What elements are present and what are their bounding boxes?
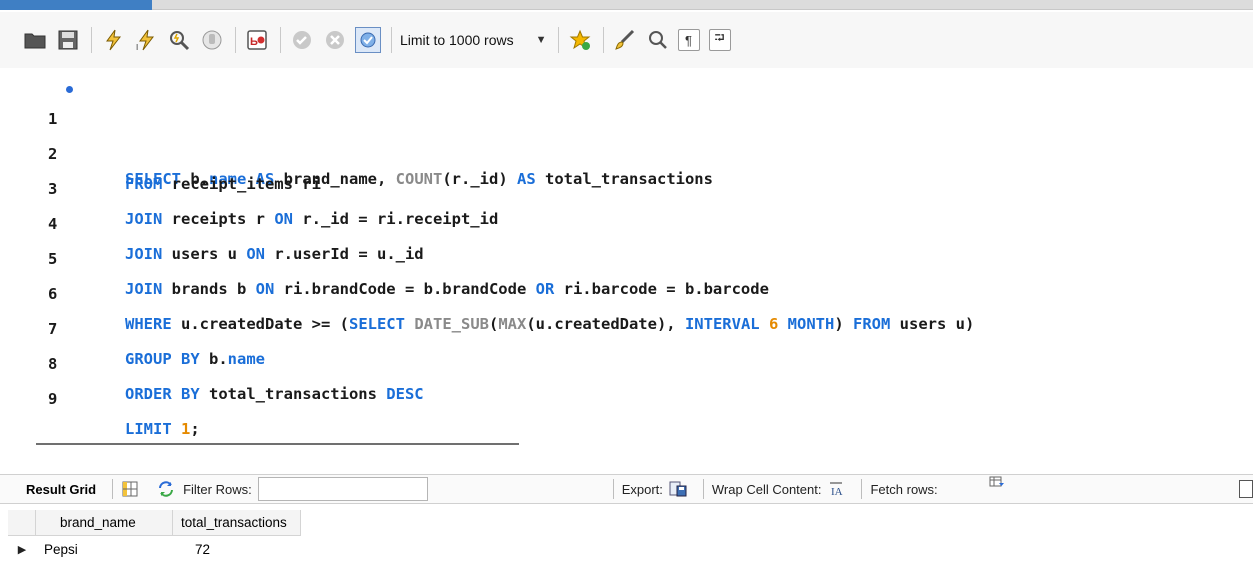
row-pointer-icon: ▶ bbox=[17, 543, 27, 556]
sql-keyword: ORDER BY bbox=[125, 385, 200, 403]
sql-editor-toolbar: I Ь Limit to 1000 rows ▼ ¶ ⮒ bbox=[0, 12, 1253, 68]
line-number: 9 bbox=[48, 390, 58, 408]
code-line: 1 SELECT b.name AS brand_name, COUNT(r._… bbox=[0, 74, 1253, 188]
toolbar-separator bbox=[602, 27, 604, 53]
toolbar-separator bbox=[861, 479, 863, 499]
brush-icon[interactable] bbox=[612, 27, 638, 53]
statement-marker-icon bbox=[66, 86, 73, 93]
row-header-gutter bbox=[8, 510, 36, 536]
sql-text: total_transactions bbox=[199, 385, 387, 403]
code-line: 3 JOIN receipts r ON r._id = ri.receipt_… bbox=[0, 144, 1253, 228]
export-icon[interactable] bbox=[669, 480, 687, 498]
result-grid-tab[interactable]: Result Grid bbox=[26, 482, 96, 497]
fetch-rows-icon[interactable] bbox=[988, 475, 1006, 493]
result-toolbar: Result Grid Filter Rows: Export: Wrap Ce… bbox=[0, 474, 1253, 504]
stop-icon[interactable] bbox=[199, 27, 225, 53]
autocommit-icon[interactable] bbox=[355, 27, 381, 53]
grid-view-icon[interactable] bbox=[121, 480, 139, 498]
code-text: LIMIT 1; bbox=[125, 414, 200, 444]
toolbar-separator bbox=[612, 479, 614, 499]
rollback-icon[interactable] bbox=[322, 27, 348, 53]
sql-keyword: LIMIT bbox=[125, 420, 172, 438]
wrap-icon[interactable]: ⮒ bbox=[708, 29, 731, 51]
folder-icon[interactable] bbox=[22, 27, 48, 53]
execute-icon[interactable] bbox=[100, 27, 126, 53]
fetch-rows-label: Fetch rows: bbox=[870, 481, 938, 497]
toolbar-separator bbox=[280, 27, 281, 53]
result-grid: brand_name total_transactions ▶ Pepsi 72 bbox=[8, 510, 301, 562]
active-query-tab[interactable] bbox=[0, 0, 152, 10]
toolbar-separator bbox=[112, 479, 114, 499]
svg-text:I: I bbox=[136, 43, 138, 52]
svg-text:Ь: Ь bbox=[250, 36, 258, 48]
toolbar-separator bbox=[391, 27, 392, 53]
filter-rows-label: Filter Rows: bbox=[183, 481, 252, 497]
cell-brand-name[interactable]: Pepsi bbox=[36, 536, 173, 562]
refresh-icon[interactable] bbox=[157, 480, 175, 498]
toolbar-separator bbox=[91, 27, 92, 53]
toggle-panel-checkbox[interactable] bbox=[1239, 480, 1253, 498]
save-icon[interactable] bbox=[55, 27, 81, 53]
cell-total-transactions[interactable]: 72 bbox=[173, 536, 301, 562]
code-line: 6 WHERE u.createdDate >= (SELECT DATE_SU… bbox=[0, 249, 1253, 333]
limit-rows-select[interactable]: Limit to 1000 rows ▼ bbox=[400, 27, 547, 53]
editor-tab-strip bbox=[0, 0, 1253, 10]
code-line: 2 FROM receipt_items ri bbox=[0, 109, 1253, 193]
sql-text: ; bbox=[190, 420, 200, 438]
invisible-chars-icon[interactable]: ¶ bbox=[677, 29, 700, 51]
explain-icon[interactable] bbox=[166, 27, 192, 53]
table-row[interactable]: ▶ Pepsi 72 bbox=[8, 536, 301, 562]
find-icon[interactable] bbox=[645, 27, 671, 53]
wrap-cell-label: Wrap Cell Content: bbox=[711, 481, 822, 497]
toolbar-separator bbox=[557, 27, 559, 53]
horizontal-scrollbar[interactable] bbox=[36, 443, 519, 445]
svg-text:IA: IA bbox=[831, 486, 843, 498]
column-header-brand-name[interactable]: brand_name bbox=[36, 510, 173, 536]
sql-editor[interactable]: 1 SELECT b.name AS brand_name, COUNT(r._… bbox=[0, 72, 1253, 438]
code-line: 4 JOIN users u ON r.userId = u._id bbox=[0, 179, 1253, 263]
code-line: 5 JOIN brands b ON ri.brandCode = b.bran… bbox=[0, 214, 1253, 298]
limit-rows-label: Limit to 1000 rows bbox=[400, 32, 514, 48]
chevron-down-icon: ▼ bbox=[535, 34, 547, 46]
commit-icon[interactable] bbox=[289, 27, 315, 53]
beautify-icon[interactable] bbox=[567, 27, 593, 53]
grid-header-row: brand_name total_transactions bbox=[8, 510, 301, 536]
filter-rows-input[interactable] bbox=[257, 477, 428, 501]
wrap-cell-icon[interactable]: IA bbox=[827, 480, 845, 498]
column-header-total-transactions[interactable]: total_transactions bbox=[173, 510, 301, 536]
code-line: 9 LIMIT 1; bbox=[0, 354, 1253, 438]
code-line: 8 ORDER BY total_transactions DESC bbox=[0, 319, 1253, 403]
export-label: Export: bbox=[621, 481, 663, 497]
toolbar-separator bbox=[702, 479, 704, 499]
code-line: 7 GROUP BY b.name bbox=[0, 284, 1253, 368]
execute-current-icon[interactable]: I bbox=[133, 27, 159, 53]
sql-number: 1 bbox=[181, 420, 191, 438]
toolbar-separator bbox=[235, 27, 236, 53]
sql-keyword: DESC bbox=[386, 385, 424, 403]
toggle-error-icon[interactable]: Ь bbox=[244, 27, 270, 53]
